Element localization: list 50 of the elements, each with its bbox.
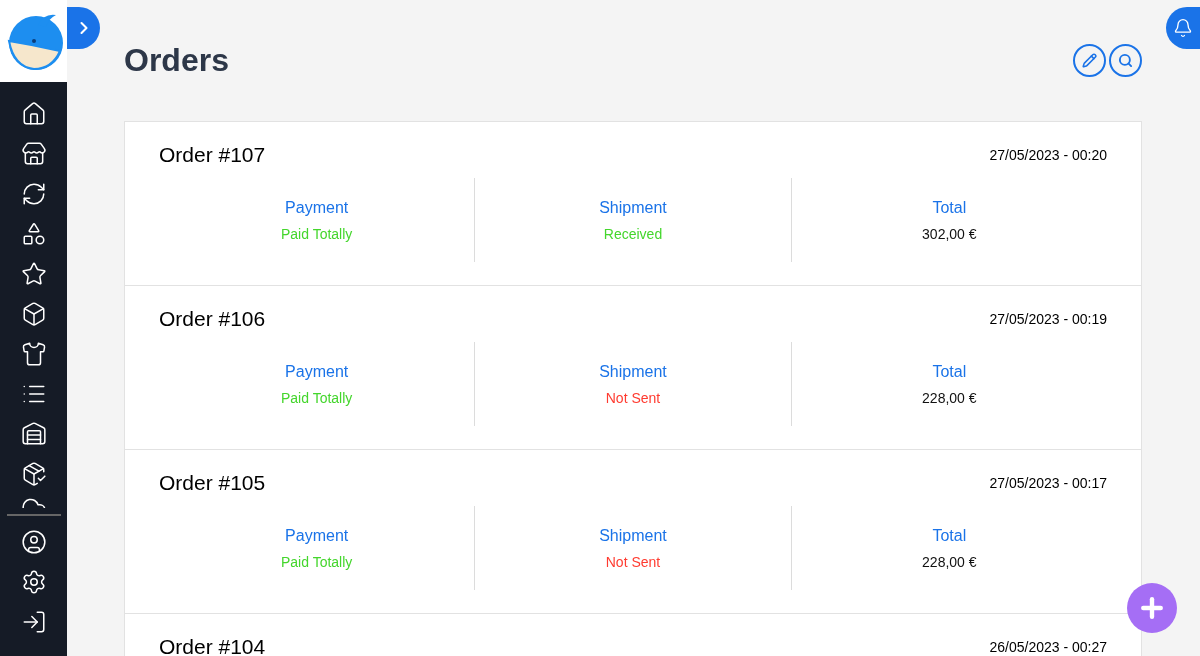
column-label: Payment <box>285 197 349 218</box>
order-date: 26/05/2023 - 00:27 <box>989 637 1107 656</box>
status-text: Paid Totally <box>281 388 353 408</box>
edit-button[interactable] <box>1073 43 1106 77</box>
column-label: Total <box>932 197 967 218</box>
search-icon <box>1118 52 1133 68</box>
status-text: Received <box>603 224 663 244</box>
status-text: Not Sent <box>605 552 661 572</box>
shapes-icon[interactable] <box>20 221 47 247</box>
column-label: Shipment <box>599 197 667 218</box>
pencil-icon <box>1082 52 1097 68</box>
order-card[interactable]: Order #106 27/05/2023 - 00:19 Payment Paid Totally Shipment Not Sent Total 228,00 € <box>125 286 1141 450</box>
total-amount: 302,00 € <box>922 224 977 244</box>
total-amount: 228,00 € <box>922 388 977 408</box>
user-icon[interactable] <box>20 529 47 555</box>
order-card[interactable]: Order #104 26/05/2023 - 00:27 <box>125 614 1141 656</box>
expand-sidebar-button[interactable] <box>67 7 100 49</box>
total-amount: 228,00 € <box>922 552 977 572</box>
order-title: Order #105 <box>159 470 266 497</box>
status-text: Paid Totally <box>281 552 353 572</box>
settings-icon[interactable] <box>20 569 47 595</box>
column-label: Total <box>932 525 967 546</box>
order-title: Order #104 <box>159 634 266 656</box>
shirt-icon[interactable] <box>20 341 47 367</box>
search-button[interactable] <box>1109 43 1142 77</box>
status-text: Paid Totally <box>281 224 353 244</box>
add-button[interactable] <box>1127 583 1177 633</box>
order-date: 27/05/2023 - 00:17 <box>989 473 1107 493</box>
order-title: Order #106 <box>159 306 266 333</box>
column-label: Shipment <box>599 361 667 382</box>
status-text: Not Sent <box>605 388 661 408</box>
order-title: Order #107 <box>159 142 266 169</box>
order-card[interactable]: Order #105 27/05/2023 - 00:17 Payment Paid Totally Shipment Not Sent Total 228,00 € <box>125 450 1141 614</box>
store-icon[interactable] <box>20 141 47 167</box>
order-date: 27/05/2023 - 00:20 <box>989 145 1107 165</box>
refresh-icon[interactable] <box>20 181 47 207</box>
column-label: Total <box>932 361 967 382</box>
column-label: Payment <box>285 361 349 382</box>
home-icon[interactable] <box>20 101 47 127</box>
bell-icon <box>1173 18 1193 38</box>
warehouse-icon[interactable] <box>20 421 47 447</box>
page-title: Orders <box>124 41 229 80</box>
box-icon[interactable] <box>20 301 47 327</box>
order-date: 27/05/2023 - 00:19 <box>989 309 1107 329</box>
column-label: Shipment <box>599 525 667 546</box>
column-label: Payment <box>285 525 349 546</box>
notifications-button[interactable] <box>1166 7 1200 49</box>
order-card[interactable]: Order #107 27/05/2023 - 00:20 Payment Paid Totally Shipment Received Total 302,00 € <box>125 122 1141 286</box>
star-icon[interactable] <box>20 261 47 287</box>
package-check-icon[interactable] <box>20 461 47 487</box>
